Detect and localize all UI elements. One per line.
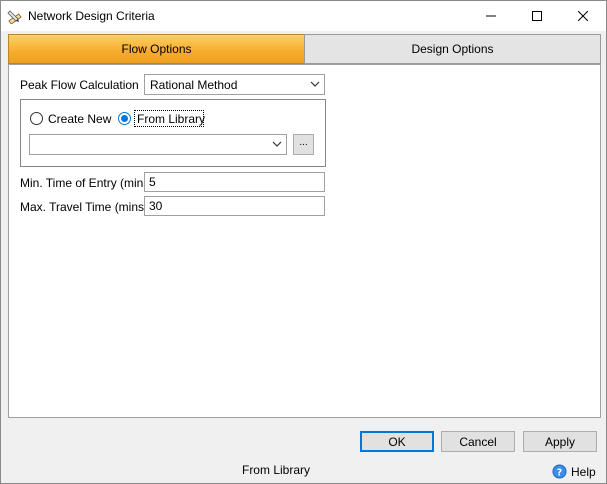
help-label[interactable]: Help <box>571 465 596 479</box>
chevron-down-icon <box>272 141 282 147</box>
maximize-icon <box>532 11 542 21</box>
dialog-window: Network Design Criteria Flow Options Des… <box>0 0 607 484</box>
apply-button[interactable]: Apply <box>523 431 597 452</box>
tab-design-options[interactable]: Design Options <box>304 34 601 64</box>
window-title: Network Design Criteria <box>28 9 155 23</box>
flow-options-panel: Peak Flow Calculation Rational Method Cr… <box>8 64 601 418</box>
peak-flow-select[interactable]: Rational Method <box>144 74 325 95</box>
create-new-label[interactable]: Create New <box>48 112 111 126</box>
chevron-down-icon <box>310 81 320 87</box>
help-icon: ? <box>552 464 567 479</box>
help-link[interactable]: ? Help <box>552 464 596 479</box>
status-text: From Library <box>241 463 310 477</box>
close-button[interactable] <box>560 1 606 31</box>
ok-button[interactable]: OK <box>360 431 434 452</box>
min-time-label: Min. Time of Entry (mins) <box>20 176 154 190</box>
from-library-label[interactable]: From Library <box>137 112 205 126</box>
max-travel-input[interactable]: 30 <box>144 196 325 216</box>
title-bar: Network Design Criteria <box>1 1 606 31</box>
svg-text:?: ? <box>557 467 562 478</box>
minimize-button[interactable] <box>468 1 514 31</box>
pencil-ruler-icon <box>7 8 23 25</box>
min-time-input[interactable]: 5 <box>144 172 325 192</box>
peak-flow-value: Rational Method <box>150 78 238 92</box>
maximize-button[interactable] <box>514 1 560 31</box>
minimize-icon <box>486 15 496 17</box>
source-group: Create New From Library ... <box>20 99 326 167</box>
browse-library-button[interactable]: ... <box>293 134 314 155</box>
tab-flow-options[interactable]: Flow Options <box>8 34 305 64</box>
max-travel-label: Max. Travel Time (mins) <box>20 200 149 214</box>
from-library-radio[interactable] <box>118 112 131 125</box>
cancel-button[interactable]: Cancel <box>441 431 515 452</box>
library-select[interactable] <box>29 134 287 155</box>
create-new-radio[interactable] <box>30 112 43 125</box>
peak-flow-label: Peak Flow Calculation <box>20 78 139 92</box>
close-icon <box>578 11 588 21</box>
